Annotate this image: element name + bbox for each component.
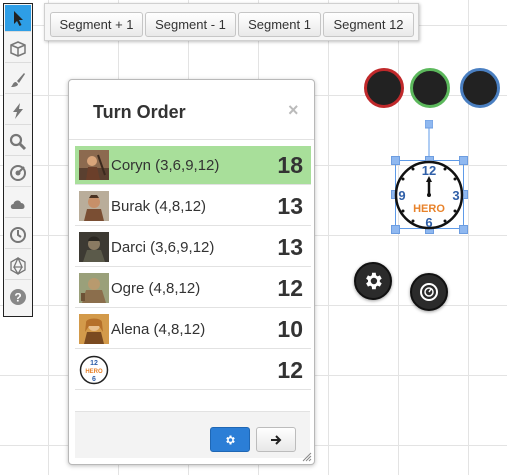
- avatar-burak: [79, 191, 109, 221]
- combatant-name: Darci (3,6,9,12): [111, 239, 215, 256]
- close-icon[interactable]: ×: [288, 100, 299, 121]
- target-icon: [10, 165, 26, 181]
- zoom-tool[interactable]: [5, 129, 31, 156]
- turn-settings-button[interactable]: [210, 427, 250, 452]
- clock-icon: [10, 227, 26, 243]
- svg-text:6: 6: [92, 376, 96, 383]
- turn-row-alena[interactable]: Alena (4,8,12) 10: [75, 310, 311, 349]
- turn-order-dialog: Turn Order × Coryn (3,6,9,12) 18 Burak (…: [68, 79, 315, 465]
- avatar-alena: [79, 314, 109, 344]
- turn-row-coryn[interactable]: Coryn (3,6,9,12) 18: [75, 146, 311, 185]
- clock-number: 9: [398, 188, 405, 203]
- turn-tracker-tool[interactable]: [5, 222, 31, 249]
- avatar-coryn: [79, 150, 109, 180]
- blue-status-ring[interactable]: [460, 68, 500, 108]
- token-settings-button[interactable]: [354, 262, 392, 300]
- turn-row-hero-clock[interactable]: 12 HERO 6 12: [75, 351, 311, 390]
- gear-icon: [226, 435, 235, 444]
- segment-one-button[interactable]: Segment 1: [238, 12, 321, 37]
- help-icon: ?: [10, 289, 26, 305]
- clock-label: HERO: [413, 203, 445, 215]
- avatar-darci: [79, 232, 109, 262]
- initiative-value: 12: [277, 357, 303, 383]
- settings-dial-icon: [420, 283, 438, 301]
- draw-tool[interactable]: [5, 67, 31, 94]
- measure-tool[interactable]: [5, 160, 31, 187]
- fx-tool[interactable]: [5, 98, 31, 125]
- select-tool[interactable]: [5, 5, 31, 32]
- divider: [69, 139, 314, 140]
- clock-number: 6: [425, 215, 432, 230]
- dice-tool[interactable]: [5, 253, 31, 280]
- cloud-icon: [10, 200, 25, 209]
- brush-icon: [11, 73, 25, 87]
- initiative-value: 13: [277, 193, 303, 219]
- turn-row-ogre[interactable]: Ogre (4,8,12) 12: [75, 269, 311, 308]
- segment-plus-one-button[interactable]: Segment + 1: [50, 12, 143, 37]
- dialog-title: Turn Order: [93, 102, 186, 122]
- token-tool[interactable]: [5, 36, 31, 63]
- green-status-ring[interactable]: [410, 68, 450, 108]
- cube-icon: [10, 41, 26, 57]
- resize-grip-icon[interactable]: [302, 452, 312, 462]
- combatant-name: Alena (4,8,12): [111, 321, 206, 338]
- next-turn-button[interactable]: [256, 427, 296, 452]
- tool-palette: ?: [3, 3, 33, 317]
- hero-clock-token[interactable]: 12 3 6 9 HERO: [393, 159, 465, 231]
- d20-icon: [10, 257, 26, 275]
- help-tool[interactable]: ?: [5, 284, 31, 310]
- segment-twelve-button[interactable]: Segment 12: [323, 12, 414, 37]
- combatant-name: Ogre (4,8,12): [111, 280, 201, 297]
- segment-bar: Segment + 1 Segment - 1 Segment 1 Segmen…: [44, 3, 419, 41]
- combatant-name: Coryn (3,6,9,12): [111, 157, 220, 174]
- svg-text:HERO: HERO: [85, 369, 103, 375]
- avatar-ogre: [79, 273, 109, 303]
- clock-number: 12: [422, 163, 436, 178]
- combatant-name: Burak (4,8,12): [111, 198, 207, 215]
- svg-text:12: 12: [90, 360, 98, 367]
- initiative-value: 10: [277, 316, 303, 342]
- gear-icon: [366, 272, 382, 290]
- clock-number: 3: [452, 188, 459, 203]
- turn-row-darci[interactable]: Darci (3,6,9,12) 13: [75, 228, 311, 267]
- select-icon: [14, 11, 23, 26]
- initiative-value: 13: [277, 234, 303, 260]
- dialog-footer: [75, 411, 310, 458]
- lightning-icon: [13, 103, 23, 119]
- red-status-ring[interactable]: [364, 68, 404, 108]
- svg-text:?: ?: [14, 291, 21, 305]
- magnify-icon: [9, 133, 27, 151]
- fog-tool[interactable]: [5, 191, 31, 218]
- arrow-right-icon: [270, 434, 281, 445]
- initiative-value: 12: [277, 275, 303, 301]
- turn-row-burak[interactable]: Burak (4,8,12) 13: [75, 187, 311, 226]
- segment-minus-one-button[interactable]: Segment - 1: [145, 12, 236, 37]
- hero-clock-icon: 12 HERO 6: [79, 355, 109, 385]
- initiative-value: 18: [277, 152, 303, 178]
- token-dial-button[interactable]: [410, 273, 448, 311]
